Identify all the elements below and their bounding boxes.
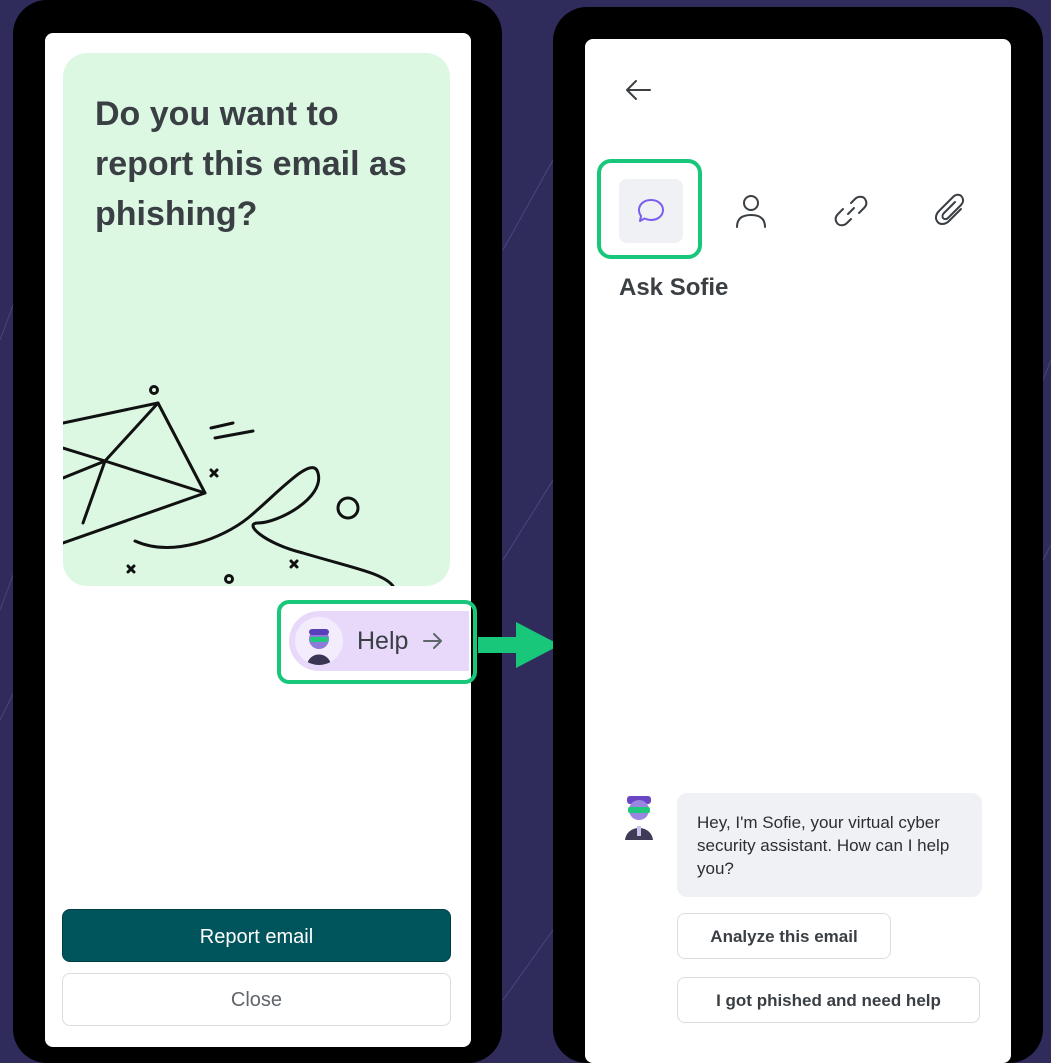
user-icon[interactable] — [731, 191, 771, 231]
panel-title: Ask Sofie — [619, 274, 729, 301]
left-phone-frame: Do you want to report this email as phis… — [13, 0, 502, 1063]
envelope-illustration — [63, 385, 395, 586]
report-question: Do you want to report this email as phis… — [95, 95, 407, 233]
suggestion-analyze-email[interactable]: Analyze this email — [677, 913, 891, 959]
hero-card: Do you want to report this email as phis… — [63, 53, 450, 586]
tab-chat[interactable] — [619, 179, 683, 243]
suggestion-got-phished[interactable]: I got phished and need help — [677, 977, 980, 1023]
right-phone-frame: Ask Sofie Hey, I'm Sofie, your virtual c… — [553, 7, 1043, 1063]
chat-bubble-icon — [638, 199, 664, 222]
report-phishing-screen: Do you want to report this email as phis… — [45, 33, 471, 1047]
bot-message-bubble: Hey, I'm Sofie, your virtual cyber secur… — [677, 793, 982, 897]
report-email-button[interactable]: Report email — [62, 909, 451, 962]
back-arrow-icon[interactable] — [623, 75, 653, 105]
close-button[interactable]: Close — [62, 973, 451, 1026]
ask-sofie-screen: Ask Sofie Hey, I'm Sofie, your virtual c… — [585, 39, 1011, 1063]
help-highlight-frame — [277, 600, 477, 684]
paperclip-icon[interactable] — [931, 191, 971, 231]
sofie-bot-avatar — [625, 796, 653, 840]
flow-arrow — [478, 622, 560, 668]
link-icon[interactable] — [831, 191, 871, 231]
